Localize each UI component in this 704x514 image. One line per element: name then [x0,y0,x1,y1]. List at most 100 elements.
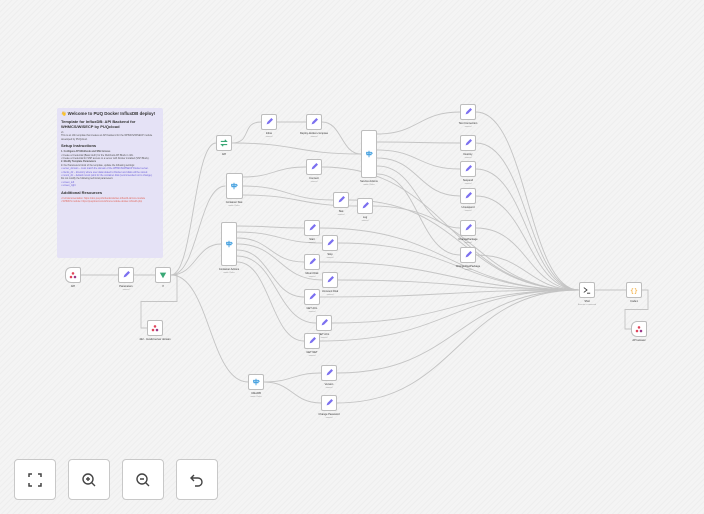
connection-deploy-server_actions[interactable] [321,121,362,155]
note-setup-heading: Setup Instructions [61,143,97,149]
node-subtitle: mode: Rules [250,395,262,398]
fit-view-button[interactable] [14,459,56,500]
node-stat[interactable] [333,192,349,208]
note-res2[interactable]: • WHMCS module: https://puqcloud.com/whm… [61,200,159,203]
node-label: API [221,153,227,156]
note-title: 👋 Welcome to PUQ Docker InfluxDB deploy! [61,111,156,116]
note-param5: • screen_right [61,184,76,188]
pencil-icon [320,319,328,327]
note-subtitle: Template for InfluxDB: API Backend for W… [61,119,136,129]
node-destroy[interactable] [460,135,476,151]
node-subtitle: manual [464,241,472,244]
node-subtitle: manual [325,386,333,389]
node-subtitle: manual [122,288,130,291]
node-stop[interactable] [322,235,338,251]
switch-icon [220,139,228,147]
pencil-icon [308,258,316,266]
route-icon [252,378,260,386]
node-inline[interactable] [261,114,277,130]
node-subtitle: mode: Rules [223,271,235,274]
node-label: API [70,285,76,288]
connection-server_actions-change_pkg[interactable] [376,165,461,229]
node-label: 422 - Invalid server domain [139,338,171,341]
note-resources-heading: Additional Resources [61,189,103,195]
pencil-icon [361,202,369,210]
node-container-actions[interactable] [221,222,237,266]
svg-text:{}: {} [630,286,638,294]
code-icon: {} [630,286,638,294]
node-unmount[interactable] [322,272,338,288]
node-label: Code1 [630,300,638,303]
node-get-acl[interactable] [304,289,320,305]
zoom-out-icon [136,472,150,486]
connection-set_acl-ssh[interactable] [331,289,580,324]
zoom-out-button[interactable] [122,459,164,500]
node-connect[interactable] [306,159,322,175]
node-mount-disk[interactable] [304,254,320,270]
node-api-switch[interactable] [216,135,232,151]
node-unsuspend[interactable] [460,188,476,204]
connection-unsuspend-ssh[interactable] [475,195,580,291]
webhook-icon [635,325,643,333]
connection-log-ssh[interactable] [372,205,580,291]
connection-destroy-ssh[interactable] [475,142,580,291]
node-test-conn[interactable] [460,104,476,120]
node-subtitle: mode: Rules [363,183,375,186]
node-set-acl[interactable] [316,315,332,331]
node-invalid[interactable] [147,320,163,336]
pencil-icon [464,139,472,147]
connection-if-container_info[interactable] [170,185,226,276]
node-change-pw[interactable] [321,395,337,411]
node-suspend[interactable] [460,161,476,177]
connection-container_info-connect[interactable] [242,166,307,178]
route-icon [225,240,233,248]
zoom-in-button[interactable] [68,459,110,500]
node-server-actions[interactable] [361,130,377,178]
node-container-info[interactable] [225,173,243,199]
pencil-icon [464,165,472,173]
node-answer[interactable] [631,321,647,337]
terminal-icon [583,286,591,294]
undo-button[interactable] [176,459,218,500]
node-log[interactable] [357,198,373,214]
pencil-icon [464,251,472,259]
fullscreen-icon [28,472,42,487]
connection-if-influxdb[interactable] [170,274,249,383]
node-subtitle: manual [464,125,472,128]
node-change-pkg2[interactable] [460,247,476,263]
connection-suspend-ssh[interactable] [475,168,580,291]
node-deploy[interactable] [306,114,322,130]
node-ssh[interactable] [579,282,595,298]
pencil-icon [310,118,318,126]
connection-influxdb-version[interactable] [263,372,322,383]
node-params[interactable] [118,267,134,283]
pencil-icon [464,192,472,200]
connection-if-api_switch[interactable] [170,142,217,276]
webhook-icon [69,271,77,279]
node-subtitle: manual [464,182,472,185]
pencil-icon [308,337,316,345]
undo-icon [190,474,203,487]
connection-version-ssh[interactable] [336,289,580,374]
connection-api_switch-server_actions[interactable] [231,142,362,155]
node-influxdb[interactable] [248,374,264,390]
connection-server_actions-destroy[interactable] [376,141,461,144]
node-api-hook[interactable] [65,267,81,283]
connection-get_net-ssh[interactable] [319,289,580,342]
node-start[interactable] [304,220,320,236]
connection-stat-ssh[interactable] [348,199,580,291]
node-get-net[interactable] [304,333,320,349]
node-change-pkg[interactable] [460,220,476,236]
node-label: If [162,285,164,288]
pencil-icon [464,224,472,232]
node-subtitle: manual [308,310,316,313]
node-label: API answer [632,339,646,342]
note-intro: This is an n8n template that creates an … [61,134,153,141]
connection-container_actions-start[interactable] [236,225,305,229]
node-code[interactable]: {} [626,282,642,298]
pencil-icon [325,369,333,377]
node-version[interactable] [321,365,337,381]
sticky-note[interactable]: 👋 Welcome to PUQ Docker InfluxDB deploy!… [57,108,163,258]
node-if[interactable] [155,267,171,283]
connection-change_pw-ssh[interactable] [336,289,580,404]
